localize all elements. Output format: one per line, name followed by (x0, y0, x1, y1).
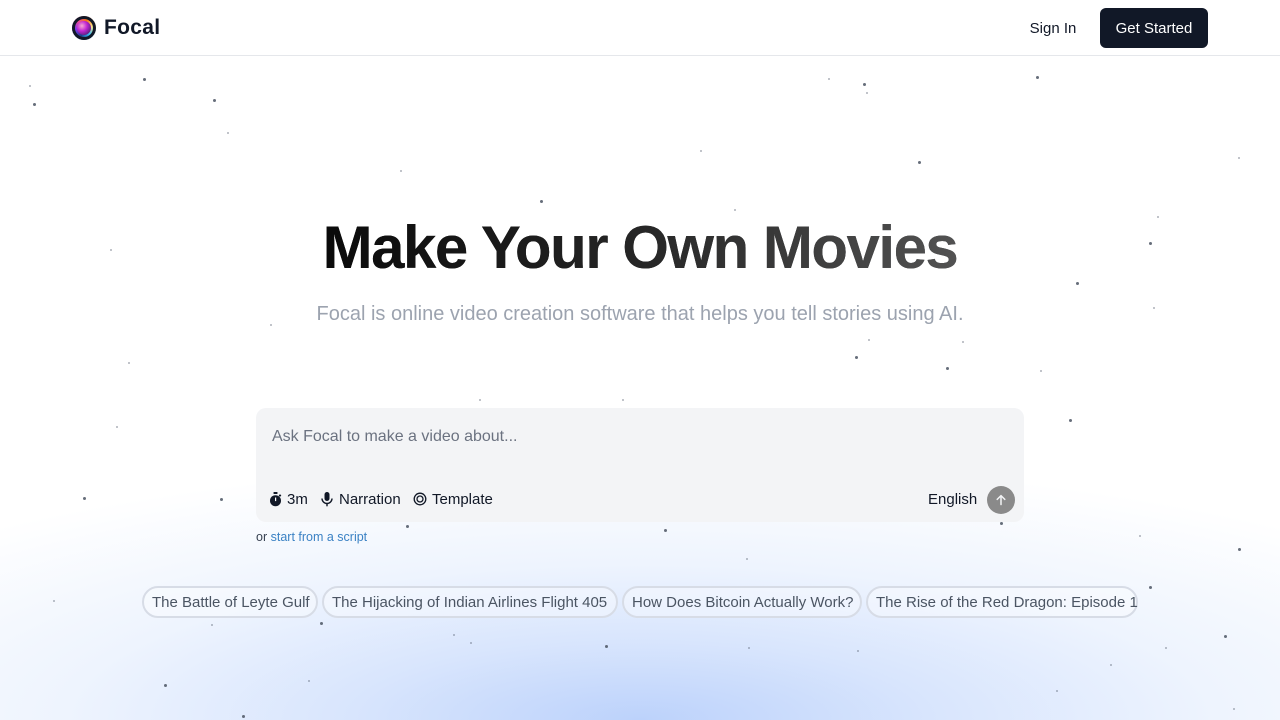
star-dot (857, 650, 859, 652)
logo-text: Focal (104, 16, 161, 39)
star-dot (700, 150, 702, 152)
star-dot (863, 83, 866, 86)
star-dot (1238, 548, 1241, 551)
focal-logo-icon (72, 16, 96, 40)
send-button[interactable] (987, 486, 1015, 514)
star-dot (866, 92, 868, 94)
suggestion-chip[interactable]: How Does Bitcoin Actually Work? (622, 586, 862, 618)
star-dot (1000, 522, 1003, 525)
star-dot (128, 362, 130, 364)
suggestion-chip[interactable]: The Hijacking of Indian Airlines Flight … (322, 586, 618, 618)
star-dot (748, 647, 750, 649)
hero-subtitle: Focal is online video creation software … (316, 303, 964, 325)
script-prefix: or (256, 530, 268, 544)
star-dot (828, 78, 830, 80)
language-select[interactable]: English (928, 488, 977, 510)
star-dot (400, 170, 402, 172)
star-dot (1069, 419, 1072, 422)
star-dot (220, 498, 223, 501)
star-dot (470, 642, 472, 644)
template-option[interactable]: Template (413, 488, 493, 510)
star-dot (1036, 76, 1039, 79)
prompt-box: 3m Narration Template English (256, 408, 1024, 522)
star-dot (242, 715, 245, 718)
star-dot (406, 525, 409, 528)
star-dot (605, 645, 608, 648)
star-dot (1139, 535, 1141, 537)
star-dot (213, 99, 216, 102)
star-dot (116, 426, 118, 428)
microphone-icon (320, 491, 334, 507)
script-option-line: or start from a script (256, 530, 367, 544)
star-dot (1149, 586, 1152, 589)
star-dot (479, 399, 481, 401)
star-dot (29, 85, 31, 87)
top-nav: Focal Sign In Get Started (0, 0, 1280, 56)
star-dot (1110, 664, 1112, 666)
star-dot (855, 356, 858, 359)
star-dot (962, 341, 964, 343)
logo-link[interactable]: Focal (72, 16, 160, 40)
prompt-input[interactable] (272, 424, 1008, 450)
star-dot (1040, 370, 1042, 372)
get-started-button[interactable]: Get Started (1100, 8, 1208, 48)
template-circle-icon (413, 491, 427, 507)
star-dot (1233, 708, 1235, 710)
start-from-script-link[interactable]: start from a script (271, 530, 368, 544)
narration-option[interactable]: Narration (320, 488, 401, 510)
star-dot (164, 684, 167, 687)
star-dot (664, 529, 667, 532)
star-dot (946, 367, 949, 370)
star-dot (211, 624, 213, 626)
hero-title: Make Your Own Movies (0, 212, 1280, 284)
template-label: Template (432, 490, 493, 508)
star-dot (1224, 635, 1227, 638)
star-dot (53, 600, 55, 602)
sign-in-button[interactable]: Sign In (1018, 14, 1088, 42)
suggestion-chip[interactable]: The Battle of Leyte Gulf (142, 586, 318, 618)
star-dot (308, 680, 310, 682)
star-dot (33, 103, 36, 106)
duration-label: 3m (287, 490, 308, 508)
star-dot (453, 634, 455, 636)
star-dot (320, 622, 323, 625)
arrow-up-icon (995, 494, 1007, 506)
star-dot (83, 497, 86, 500)
star-dot (918, 161, 921, 164)
narration-label: Narration (339, 490, 401, 508)
duration-option[interactable]: 3m (268, 488, 308, 510)
star-dot (868, 339, 870, 341)
star-dot (734, 209, 736, 211)
star-dot (143, 78, 146, 81)
star-dot (1056, 690, 1058, 692)
star-dot (1238, 157, 1240, 159)
star-dot (746, 558, 748, 560)
star-dot (540, 200, 543, 203)
stopwatch-icon (268, 491, 282, 507)
hero-title-text: Make Your Own Movies (322, 214, 959, 281)
suggestion-chip[interactable]: The Rise of the Red Dragon: Episode 1 (866, 586, 1138, 618)
star-dot (227, 132, 229, 134)
star-dot (622, 399, 624, 401)
star-dot (1165, 647, 1167, 649)
